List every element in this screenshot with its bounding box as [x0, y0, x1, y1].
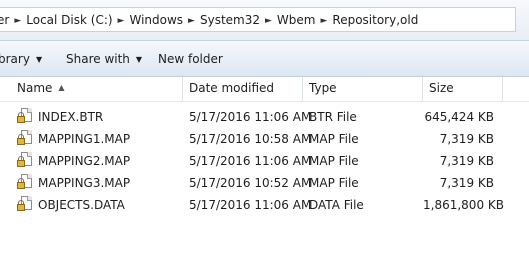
new-folder-label: New folder — [158, 52, 223, 66]
file-type: MAP File — [309, 176, 359, 190]
new-folder-button[interactable]: New folder — [158, 52, 223, 66]
column-header-size-label: Size — [429, 81, 454, 95]
chevron-down-icon: ▼ — [135, 55, 143, 64]
column-header-size[interactable]: Size — [423, 77, 503, 101]
column-header-name-label: Name — [17, 81, 53, 95]
file-size: 645,424 KB — [424, 110, 494, 124]
file-date-modified: 5/17/2016 11:06 AM — [189, 198, 312, 212]
breadcrumb-item-windows[interactable]: Windows — [129, 13, 183, 27]
file-date-modified: 5/17/2016 11:06 AM — [189, 154, 312, 168]
share-with-label: Share with — [66, 52, 130, 66]
breadcrumb-item-parent[interactable]: er — [0, 13, 9, 27]
file-name: MAPPING2.MAP — [38, 154, 131, 168]
include-in-library-label: brary — [0, 52, 30, 66]
column-header-type[interactable]: Type — [303, 77, 423, 101]
file-name: INDEX.BTR — [38, 110, 104, 124]
breadcrumb-separator-icon[interactable]: ► — [265, 16, 272, 26]
file-type: BTR File — [309, 110, 357, 124]
breadcrumb[interactable]: er ► Local Disk (C:) ► Windows ► System32 ► Wbem… — [0, 7, 516, 32]
breadcrumb-separator-icon[interactable]: ► — [320, 16, 327, 26]
command-bar: brary ▼ Share with ▼ New folder — [0, 41, 529, 77]
breadcrumb-separator-icon[interactable]: ► — [118, 16, 125, 26]
locked-file-icon — [17, 108, 33, 128]
file-size: 7,319 KB — [439, 176, 494, 190]
breadcrumb-item-repository-old[interactable]: Repository,old — [332, 13, 418, 27]
locked-file-icon — [17, 152, 33, 172]
column-header-name[interactable]: Name ▲ — [6, 77, 183, 101]
file-type: MAP File — [309, 132, 359, 146]
breadcrumb-separator-icon[interactable]: ► — [188, 16, 195, 26]
locked-file-icon — [17, 130, 33, 150]
chevron-down-icon: ▼ — [35, 55, 43, 64]
file-row-index-btr[interactable]: INDEX.BTR 5/17/2016 11:06 AM BTR File 64… — [0, 106, 529, 128]
column-header-type-label: Type — [309, 81, 337, 95]
file-size: 7,319 KB — [439, 132, 494, 146]
column-header-date-label: Date modified — [189, 81, 275, 95]
file-row-mapping1[interactable]: MAPPING1.MAP 5/17/2016 10:58 AM MAP File… — [0, 128, 529, 150]
include-in-library-button[interactable]: brary ▼ — [0, 52, 42, 66]
column-header-date-modified[interactable]: Date modified — [183, 77, 303, 101]
file-size: 1,861,800 KB — [423, 198, 504, 212]
file-date-modified: 5/17/2016 10:58 AM — [189, 132, 312, 146]
breadcrumb-item-wbem[interactable]: Wbem — [277, 13, 316, 27]
file-type: MAP File — [309, 154, 359, 168]
locked-file-icon — [17, 196, 33, 216]
share-with-button[interactable]: Share with ▼ — [66, 52, 142, 66]
sort-ascending-icon: ▲ — [58, 83, 65, 92]
file-name: MAPPING1.MAP — [38, 132, 131, 146]
file-date-modified: 5/17/2016 10:52 AM — [189, 176, 312, 190]
breadcrumb-separator-icon[interactable]: ► — [14, 16, 21, 26]
file-row-mapping2[interactable]: MAPPING2.MAP 5/17/2016 11:06 AM MAP File… — [0, 150, 529, 172]
file-type: DATA File — [309, 198, 364, 212]
file-name: OBJECTS.DATA — [38, 198, 125, 212]
file-date-modified: 5/17/2016 11:06 AM — [189, 110, 312, 124]
breadcrumb-item-local-disk[interactable]: Local Disk (C:) — [26, 13, 112, 27]
file-name: MAPPING3.MAP — [38, 176, 131, 190]
locked-file-icon — [17, 174, 33, 194]
file-row-objects-data[interactable]: OBJECTS.DATA 5/17/2016 11:06 AM DATA Fil… — [0, 194, 529, 216]
column-header-row: Name ▲ Date modified Type Size — [0, 77, 529, 102]
breadcrumb-item-system32[interactable]: System32 — [200, 13, 260, 27]
address-bar: er ► Local Disk (C:) ► Windows ► System32 ► Wbem… — [0, 0, 529, 41]
file-size: 7,319 KB — [439, 154, 494, 168]
file-row-mapping3[interactable]: MAPPING3.MAP 5/17/2016 10:52 AM MAP File… — [0, 172, 529, 194]
